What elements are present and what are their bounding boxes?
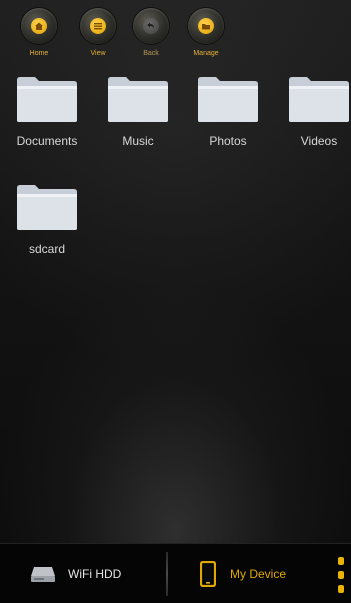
folder-icon	[289, 77, 349, 122]
folder-name: Documents	[16, 134, 78, 148]
view-button[interactable]: View	[71, 8, 125, 70]
folder-sdcard[interactable]: sdcard	[2, 182, 92, 274]
folder-documents[interactable]: Documents	[2, 74, 92, 166]
back-arrow-icon	[143, 18, 159, 34]
home-icon	[31, 18, 47, 34]
back-label: Back	[143, 50, 159, 57]
back-button[interactable]: Back	[124, 8, 178, 70]
folder-photos[interactable]: Photos	[183, 74, 273, 166]
hard-drive-icon	[31, 567, 55, 582]
back-icon-circle	[133, 8, 169, 44]
folder-icon	[198, 77, 258, 122]
wifi-hdd-label: WiFi HDD	[68, 567, 122, 581]
folder-icon	[17, 77, 77, 122]
overflow-menu-icon[interactable]	[336, 557, 346, 593]
list-view-icon	[90, 18, 106, 34]
tab-divider	[166, 552, 168, 596]
manage-icon-circle	[188, 8, 224, 44]
wifi-hdd-tab[interactable]: WiFi HDD	[30, 544, 121, 603]
folder-name: sdcard	[28, 242, 66, 256]
home-button[interactable]: Home	[12, 8, 66, 70]
folder-icon	[17, 185, 77, 230]
manage-button[interactable]: Manage	[179, 8, 233, 70]
folder-manage-icon	[198, 18, 214, 34]
folder-music[interactable]: Music	[93, 74, 183, 166]
file-browser-screen: Home View Back Manage Documents Music Ph…	[0, 0, 351, 603]
toolbar: Home View Back Manage	[0, 0, 351, 76]
view-icon-circle	[80, 8, 116, 44]
home-icon-circle	[21, 8, 57, 44]
phone-icon	[200, 561, 216, 587]
home-label: Home	[29, 50, 49, 57]
folder-videos[interactable]: Videos	[274, 74, 351, 166]
my-device-label: My Device	[230, 567, 287, 581]
view-label: View	[90, 50, 106, 57]
folder-name: Videos	[300, 134, 338, 148]
folder-icon	[108, 77, 168, 122]
bottom-bar: WiFi HDD My Device	[0, 543, 351, 603]
folder-name: Music	[122, 134, 154, 148]
my-device-tab[interactable]: My Device	[200, 544, 286, 603]
manage-label: Manage	[193, 50, 219, 57]
folder-name: Photos	[209, 134, 247, 148]
